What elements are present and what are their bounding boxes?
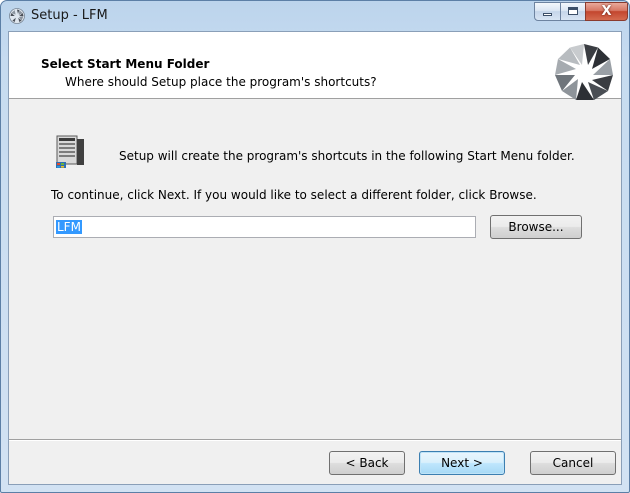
browse-button[interactable]: Browse... bbox=[490, 215, 582, 239]
window-title: Setup - LFM bbox=[31, 8, 108, 23]
wizard-client-area: Select Start Menu Folder Where should Se… bbox=[8, 31, 622, 485]
cancel-button[interactable]: Cancel bbox=[530, 451, 616, 475]
title-bar[interactable]: Setup - LFM X bbox=[1, 1, 629, 31]
start-menu-folder-input[interactable]: LFM bbox=[53, 216, 476, 238]
minimize-button[interactable] bbox=[534, 2, 561, 21]
shortcuts-info-text: Setup will create the program's shortcut… bbox=[119, 149, 575, 163]
minimize-icon bbox=[543, 13, 552, 16]
footer-separator bbox=[9, 439, 621, 441]
setup-window: Setup - LFM X Select Start Menu Folder W… bbox=[0, 0, 630, 493]
start-menu-folder-icon bbox=[56, 135, 84, 168]
close-button[interactable]: X bbox=[585, 2, 628, 21]
page-subtitle: Where should Setup place the program's s… bbox=[65, 75, 377, 89]
page-title: Select Start Menu Folder bbox=[41, 57, 210, 71]
maximize-icon bbox=[568, 7, 578, 15]
continue-instructions: To continue, click Next. If you would li… bbox=[51, 188, 537, 202]
wizard-header: Select Start Menu Folder Where should Se… bbox=[9, 32, 621, 100]
next-button[interactable]: Next > bbox=[419, 451, 505, 475]
back-button[interactable]: < Back bbox=[329, 451, 405, 475]
setup-app-icon bbox=[9, 8, 25, 24]
wizard-body: Setup will create the program's shortcut… bbox=[9, 99, 621, 439]
close-icon: X bbox=[601, 4, 612, 19]
setup-wizard-logo-icon bbox=[555, 44, 613, 100]
folder-input-selected-text: LFM bbox=[56, 220, 82, 234]
maximize-button[interactable] bbox=[560, 2, 586, 21]
